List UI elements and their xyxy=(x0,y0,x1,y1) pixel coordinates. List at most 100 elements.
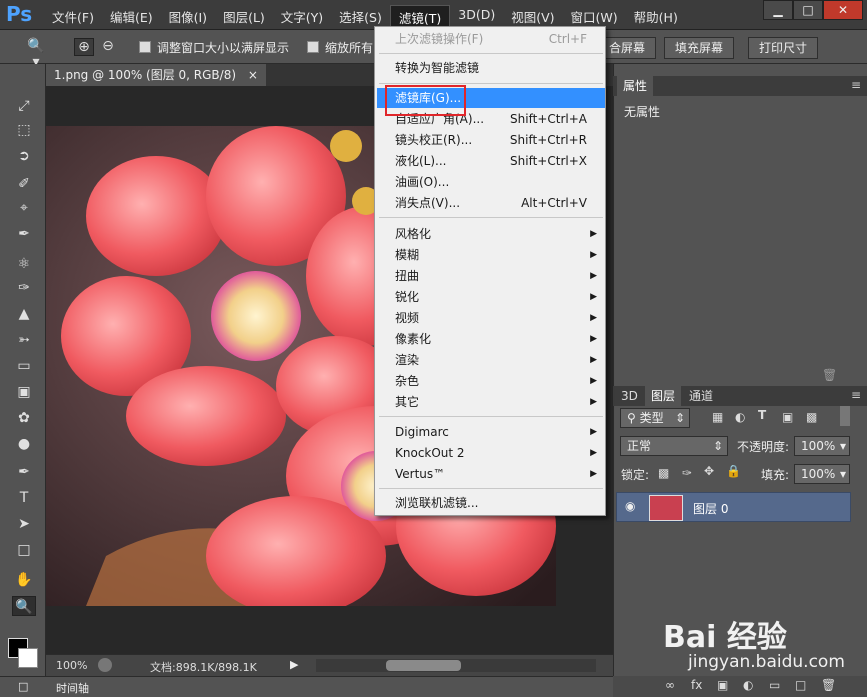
submenu-other[interactable]: 其它 ▶ xyxy=(377,392,605,412)
liquify-item[interactable]: 液化(L)... Shift+Ctrl+X xyxy=(377,151,605,171)
layer-filter-select[interactable]: ⚲ 类型 ⇕ xyxy=(620,408,690,428)
zoom-in-icon[interactable]: ⊕ xyxy=(74,38,94,56)
gradient-tool-icon[interactable]: ▣ xyxy=(12,382,36,402)
type-tool-icon[interactable]: T xyxy=(12,488,36,508)
filter-type-icon[interactable]: T xyxy=(758,408,766,422)
lock-transparent-icon[interactable]: ▩ xyxy=(658,466,669,480)
submenu-video[interactable]: 视频 ▶ xyxy=(377,308,605,328)
dodge-tool-icon[interactable]: ● xyxy=(12,434,36,454)
tab-channels[interactable]: 通道 xyxy=(683,386,719,406)
submenu-blur[interactable]: 模糊 ▶ xyxy=(377,245,605,265)
path-select-tool-icon[interactable]: ➤ xyxy=(12,514,36,534)
layer-name[interactable]: 图层 0 xyxy=(693,500,728,517)
lock-all-icon[interactable]: 🔒 xyxy=(726,464,741,478)
menu-help[interactable]: 帮助(H) xyxy=(626,5,686,30)
zoom-tool-icon[interactable]: 🔍▾ xyxy=(26,38,46,70)
properties-delete-icon[interactable]: 🗑 xyxy=(822,368,837,382)
print-size-button[interactable]: 打印尺寸 xyxy=(748,37,819,59)
submenu-distort[interactable]: 扭曲 ▶ xyxy=(377,266,605,286)
zoom-all-checkbox[interactable] xyxy=(307,41,319,53)
timeline-bar: □ 时间轴 xyxy=(0,676,613,697)
add-mask-icon[interactable]: ▣ xyxy=(717,678,728,692)
plugin-vertus[interactable]: Vertus™ ▶ xyxy=(377,464,605,484)
submenu-label: 风格化 xyxy=(395,227,432,241)
horizontal-scrollbar[interactable] xyxy=(316,659,596,672)
vanishing-point-item[interactable]: 消失点(V)... Alt+Ctrl+V xyxy=(377,193,605,213)
zoom-out-icon[interactable]: ⊖ xyxy=(98,38,118,56)
filter-shape-icon[interactable]: ▣ xyxy=(782,410,793,424)
lens-correction-item[interactable]: 镜头校正(R)... Shift+Ctrl+R xyxy=(377,130,605,150)
brush-tool-icon[interactable]: ✑ xyxy=(12,278,36,298)
plugin-knockout[interactable]: KnockOut 2 ▶ xyxy=(377,443,605,463)
marquee-tool-icon[interactable]: ⬚ xyxy=(12,120,36,140)
trash-icon[interactable]: 🗑 xyxy=(821,678,836,692)
blend-mode-select[interactable]: 正常 ⇕ xyxy=(620,436,728,456)
plugin-digimarc[interactable]: Digimarc ▶ xyxy=(377,422,605,442)
convert-smart-filter-item[interactable]: 转换为智能滤镜 xyxy=(377,58,605,78)
menu-image[interactable]: 图像(I) xyxy=(161,5,215,30)
stamp-tool-icon[interactable]: ▲ xyxy=(12,304,36,324)
browse-filters-online-item[interactable]: 浏览联机滤镜... xyxy=(377,493,605,513)
eyedropper-tool-icon[interactable]: ✒ xyxy=(12,224,36,244)
properties-menu-icon[interactable]: ≡ xyxy=(851,78,861,92)
submenu-sharpen[interactable]: 锐化 ▶ xyxy=(377,287,605,307)
blur-tool-icon[interactable]: ✿ xyxy=(12,408,36,428)
submenu-render[interactable]: 渲染 ▶ xyxy=(377,350,605,370)
menu-file[interactable]: 文件(F) xyxy=(44,5,102,30)
timeline-icon[interactable]: □ xyxy=(18,680,28,693)
shape-tool-icon[interactable]: □ xyxy=(12,540,36,560)
fit-screen-button[interactable]: 合屏幕 xyxy=(598,37,657,59)
zoom-tool-selected-icon[interactable]: 🔍 xyxy=(12,596,36,616)
restore-button[interactable]: □ xyxy=(793,0,823,20)
eraser-tool-icon[interactable]: ▭ xyxy=(12,356,36,376)
status-menu-arrow-icon[interactable]: ▶ xyxy=(290,658,298,671)
healing-tool-icon[interactable]: ⚛ xyxy=(12,254,36,274)
fill-field[interactable]: 100% ▾ xyxy=(794,464,850,484)
tab-3d[interactable]: 3D xyxy=(615,386,644,406)
filter-toggle-icon[interactable] xyxy=(840,406,850,426)
submenu-pixelate[interactable]: 像素化 ▶ xyxy=(377,329,605,349)
lock-position-icon[interactable]: ✥ xyxy=(704,464,714,478)
oil-paint-item[interactable]: 油画(O)... xyxy=(377,172,605,192)
group-folder-icon[interactable]: ▭ xyxy=(769,678,780,692)
filter-adjust-icon[interactable]: ◐ xyxy=(735,410,745,424)
document-tab-close-icon[interactable]: × xyxy=(248,68,258,82)
submenu-arrow-icon: ▶ xyxy=(590,292,597,302)
fx-icon[interactable]: fx xyxy=(691,678,702,692)
new-layer-icon[interactable]: □ xyxy=(795,678,806,692)
timeline-label[interactable]: 时间轴 xyxy=(56,680,89,696)
menu-type[interactable]: 文字(Y) xyxy=(273,5,331,30)
lock-pixels-icon[interactable]: ✑ xyxy=(682,466,692,480)
document-tab[interactable]: 1.png @ 100% (图层 0, RGB/8) × xyxy=(46,64,266,86)
submenu-noise[interactable]: 杂色 ▶ xyxy=(377,371,605,391)
fill-screen-button[interactable]: 填充屏幕 xyxy=(664,37,735,59)
layer-row[interactable]: ◉ 图层 0 xyxy=(616,492,851,522)
move-tool-icon[interactable]: ⤢ xyxy=(12,96,36,116)
link-layers-icon[interactable]: ∞ xyxy=(665,678,675,692)
zoom-level[interactable]: 100% xyxy=(56,659,87,672)
opacity-field[interactable]: 100% ▾ xyxy=(794,436,850,456)
close-button[interactable]: ✕ xyxy=(823,0,863,20)
adjustment-layer-icon[interactable]: ◐ xyxy=(743,678,753,692)
resize-windows-checkbox[interactable] xyxy=(139,41,151,53)
hand-tool-icon[interactable]: ✋ xyxy=(12,570,36,590)
pen-tool-icon[interactable]: ✒ xyxy=(12,462,36,482)
scrollbar-thumb[interactable] xyxy=(386,660,461,671)
last-filter-item[interactable]: 上次滤镜操作(F) Ctrl+F xyxy=(377,29,605,49)
filter-smart-icon[interactable]: ▩ xyxy=(806,410,817,424)
history-brush-icon[interactable]: ➳ xyxy=(12,330,36,350)
tab-layers[interactable]: 图层 xyxy=(645,386,682,406)
menu-layer[interactable]: 图层(L) xyxy=(215,5,273,30)
submenu-stylize[interactable]: 风格化 ▶ xyxy=(377,224,605,244)
crop-tool-icon[interactable]: ⌖ xyxy=(12,198,36,218)
visibility-eye-icon[interactable]: ◉ xyxy=(625,499,635,513)
minimize-button[interactable]: ▁ xyxy=(763,0,793,20)
tab-properties[interactable]: 属性 xyxy=(617,76,654,96)
lasso-tool-icon[interactable]: ➲ xyxy=(12,146,36,166)
status-info-icon[interactable] xyxy=(98,658,112,672)
filter-pixel-icon[interactable]: ▦ xyxy=(712,410,723,424)
quick-select-tool-icon[interactable]: ✐ xyxy=(12,174,36,194)
layers-menu-icon[interactable]: ≡ xyxy=(851,388,861,402)
background-color-swatch[interactable] xyxy=(18,648,38,668)
menu-edit[interactable]: 编辑(E) xyxy=(102,5,161,30)
